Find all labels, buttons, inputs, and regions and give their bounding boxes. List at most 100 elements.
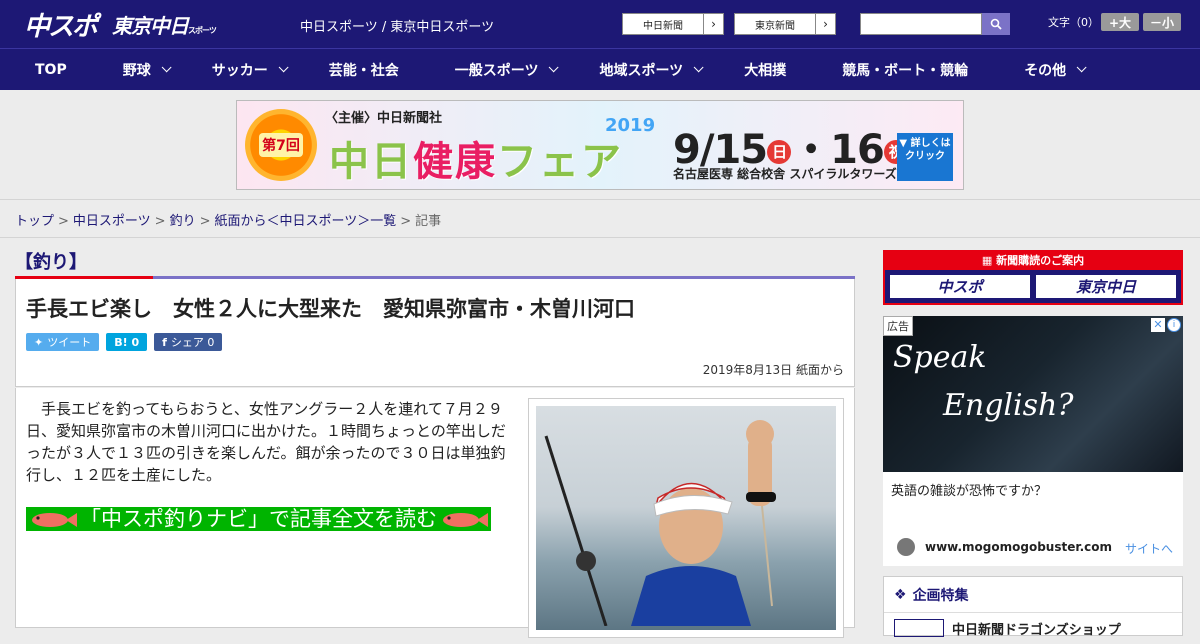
nav-other[interactable]: その他	[1008, 49, 1099, 90]
tokyo-chunichi-logo[interactable]: 東京中日スポーツ	[112, 10, 217, 39]
search-input[interactable]	[860, 13, 982, 35]
nav-label: 芸能・社会	[328, 62, 399, 79]
article-photo[interactable]	[536, 406, 836, 630]
search-icon	[990, 18, 1002, 30]
chevron-right-icon: ›	[703, 14, 723, 34]
ad-site-link[interactable]: サイトへ	[1125, 540, 1173, 557]
banner-click-button[interactable]: ▼ 詳しくは クリック	[897, 133, 953, 181]
tokyo-chunichi-logo-sub: スポーツ	[188, 26, 217, 35]
article-header: 手長エビ楽し 女性２人に大型来た 愛知県弥富市・木曽川河口 ✦ ツイート B! 0…	[15, 279, 855, 387]
info-icon[interactable]: i	[1167, 318, 1181, 332]
sea-bream-icon	[443, 513, 488, 527]
facebook-share-button[interactable]: f シェア 0	[154, 333, 223, 351]
facebook-icon: f	[162, 335, 167, 349]
nav-baseball[interactable]: 野球	[107, 49, 196, 90]
ad-box[interactable]: 広告 ✕ i Speak English? 英語の雑談が恐怖ですか？ www.m…	[883, 316, 1183, 566]
sea-bream-icon	[32, 513, 77, 527]
tweet-button[interactable]: ✦ ツイート	[26, 333, 100, 351]
banner-area: 第7回 〈主催〉中日新聞社 中日健康フェア 2019 9/15 日・16 祝 名古屋…	[0, 90, 1200, 200]
breadcrumb-fishing[interactable]: 釣り	[170, 214, 196, 229]
banner-title-b: 健康	[413, 139, 497, 185]
fishing-navi-highlight: 「中スポ釣りナビ」で記事全文を読む	[26, 507, 491, 531]
nav-sumo[interactable]: 大相撲	[728, 49, 826, 90]
twitter-bird-icon: ✦	[34, 335, 44, 349]
angler-illustration	[544, 420, 776, 626]
chevron-right-icon: ›	[815, 14, 835, 34]
tokyo-shimbun-label: 東京新聞	[755, 20, 795, 32]
main-nav: TOP 野球 サッカー 芸能・社会 一般スポーツ 地域スポーツ 大相撲 競馬・ボ…	[0, 48, 1200, 90]
feature-heading-text: 企画特集	[912, 587, 969, 604]
nav-label: 地域スポーツ	[599, 62, 684, 79]
feature-item-label: 中日新聞ドラゴンズショップ	[952, 623, 1121, 638]
nav-label: 野球	[122, 62, 151, 79]
tokyo-shimbun-button[interactable]: 東京新聞 ›	[734, 13, 836, 35]
subscription-logos: 中スポ 東京中日	[885, 270, 1181, 303]
breadcrumb-separator: >	[58, 214, 69, 229]
health-fair-banner[interactable]: 第7回 〈主催〉中日新聞社 中日健康フェア 2019 9/15 日・16 祝 名古屋…	[236, 100, 964, 190]
chunichi-shimbun-button[interactable]: 中日新聞 ›	[622, 13, 724, 35]
ribbon-icon: ❖	[894, 586, 907, 603]
banner-venue: 名古屋医専 総合校舎 スパイラルタワーズ	[673, 167, 897, 181]
feature-box: ❖ 企画特集 中日新聞ドラゴンズショップ	[883, 576, 1183, 638]
nav-label: その他	[1024, 62, 1067, 79]
article-title: 手長エビ楽し 女性２人に大型来た 愛知県弥富市・木曽川河口	[26, 297, 635, 321]
search-button[interactable]	[982, 13, 1010, 35]
nav-label: TOP	[35, 61, 67, 78]
hatena-bookmark-button[interactable]: B! 0	[106, 333, 148, 351]
font-larger-button[interactable]: +大	[1101, 13, 1139, 31]
article-lead-text: 手長エビを釣ってもらおうと、女性アングラー２人を連れて７月２９日、愛知県弥富市の…	[26, 400, 506, 484]
banner-year: 2019	[605, 115, 656, 136]
nav-local-sports[interactable]: 地域スポーツ	[583, 49, 728, 90]
article-photo-frame	[528, 398, 844, 638]
nav-top[interactable]: TOP	[0, 49, 107, 90]
banner-day-a: 日	[767, 140, 792, 164]
chevron-down-icon	[693, 62, 704, 73]
article-date: 2019年8月13日 紙面から	[702, 363, 844, 377]
chevron-down-icon	[1076, 62, 1087, 73]
chevron-down-icon	[278, 62, 289, 73]
ad-domain-text: www.mogomogobuster.com	[925, 540, 1112, 554]
nav-general-sports[interactable]: 一般スポーツ	[439, 49, 584, 90]
font-size-label: 文字（0）	[1048, 16, 1099, 29]
chevron-down-icon	[549, 62, 560, 73]
close-icon[interactable]: ✕	[1151, 318, 1165, 332]
site-title-links[interactable]: 中日スポーツ / 東京中日スポーツ	[300, 16, 494, 35]
nav-racing[interactable]: 競馬・ボート・競輪	[826, 49, 1008, 90]
fishing-navi-link[interactable]: 「中スポ釣りナビ」で記事全文を読む	[26, 504, 508, 534]
ad-image[interactable]: 広告 ✕ i Speak English?	[883, 316, 1183, 472]
subscription-heading: ▦ 新聞購読のご案内	[885, 252, 1181, 270]
nav-label: 競馬・ボート・競輪	[842, 62, 969, 79]
ad-image-text-a: Speak	[893, 340, 987, 375]
breadcrumb-separator: >	[199, 214, 211, 229]
nav-label: 一般スポーツ	[454, 62, 539, 79]
flower-badge-icon: 第7回	[245, 109, 317, 181]
chuspo-logo[interactable]: 中スポ	[24, 6, 98, 43]
subscribe-tokyo-chunichi-button[interactable]: 東京中日	[1035, 274, 1177, 299]
article-main: 【釣り】 手長エビ楽し 女性２人に大型来た 愛知県弥富市・木曽川河口 ✦ ツイート…	[15, 240, 855, 638]
font-smaller-button[interactable]: －小	[1143, 13, 1181, 31]
ad-domain[interactable]: www.mogomogobuster.com	[897, 538, 1112, 556]
feature-thumbnail	[894, 619, 944, 637]
ad-label: 広告	[883, 316, 913, 336]
feature-item[interactable]: 中日新聞ドラゴンズショップ	[884, 613, 1182, 644]
ad-headline[interactable]: 英語の雑談が恐怖ですか？	[891, 480, 1047, 499]
breadcrumb-top[interactable]: トップ	[15, 214, 54, 229]
subscription-heading-text: 新聞購読のご案内	[996, 254, 1085, 267]
nav-label: 大相撲	[744, 62, 787, 79]
share-buttons: ✦ ツイート B! 0 f シェア 0	[26, 333, 844, 351]
tokyo-chunichi-logo-text: 東京中日	[112, 14, 189, 38]
feature-heading: ❖ 企画特集	[884, 577, 1182, 613]
top-header: 中スポ 東京中日スポーツ 中日スポーツ / 東京中日スポーツ 中日新聞 › 東京…	[0, 0, 1200, 48]
tweet-label: ツイート	[47, 336, 92, 349]
nav-entertainment[interactable]: 芸能・社会	[313, 49, 439, 90]
nav-label: サッカー	[211, 62, 268, 79]
nav-soccer[interactable]: サッカー	[196, 49, 313, 90]
subscribe-chuspo-button[interactable]: 中スポ	[889, 274, 1031, 299]
category-label: 【釣り】	[15, 252, 87, 273]
breadcrumb-paper-list[interactable]: 紙面から＜中日スポーツ＞一覧	[215, 214, 397, 229]
banner-title-a: 中日	[329, 139, 413, 185]
newspaper-icon: ▦	[981, 254, 997, 267]
subscription-box[interactable]: ▦ 新聞購読のご案内 中スポ 東京中日	[883, 250, 1183, 305]
banner-title-c: フェア	[497, 139, 623, 185]
breadcrumb-chuspo[interactable]: 中日スポーツ	[73, 214, 151, 229]
